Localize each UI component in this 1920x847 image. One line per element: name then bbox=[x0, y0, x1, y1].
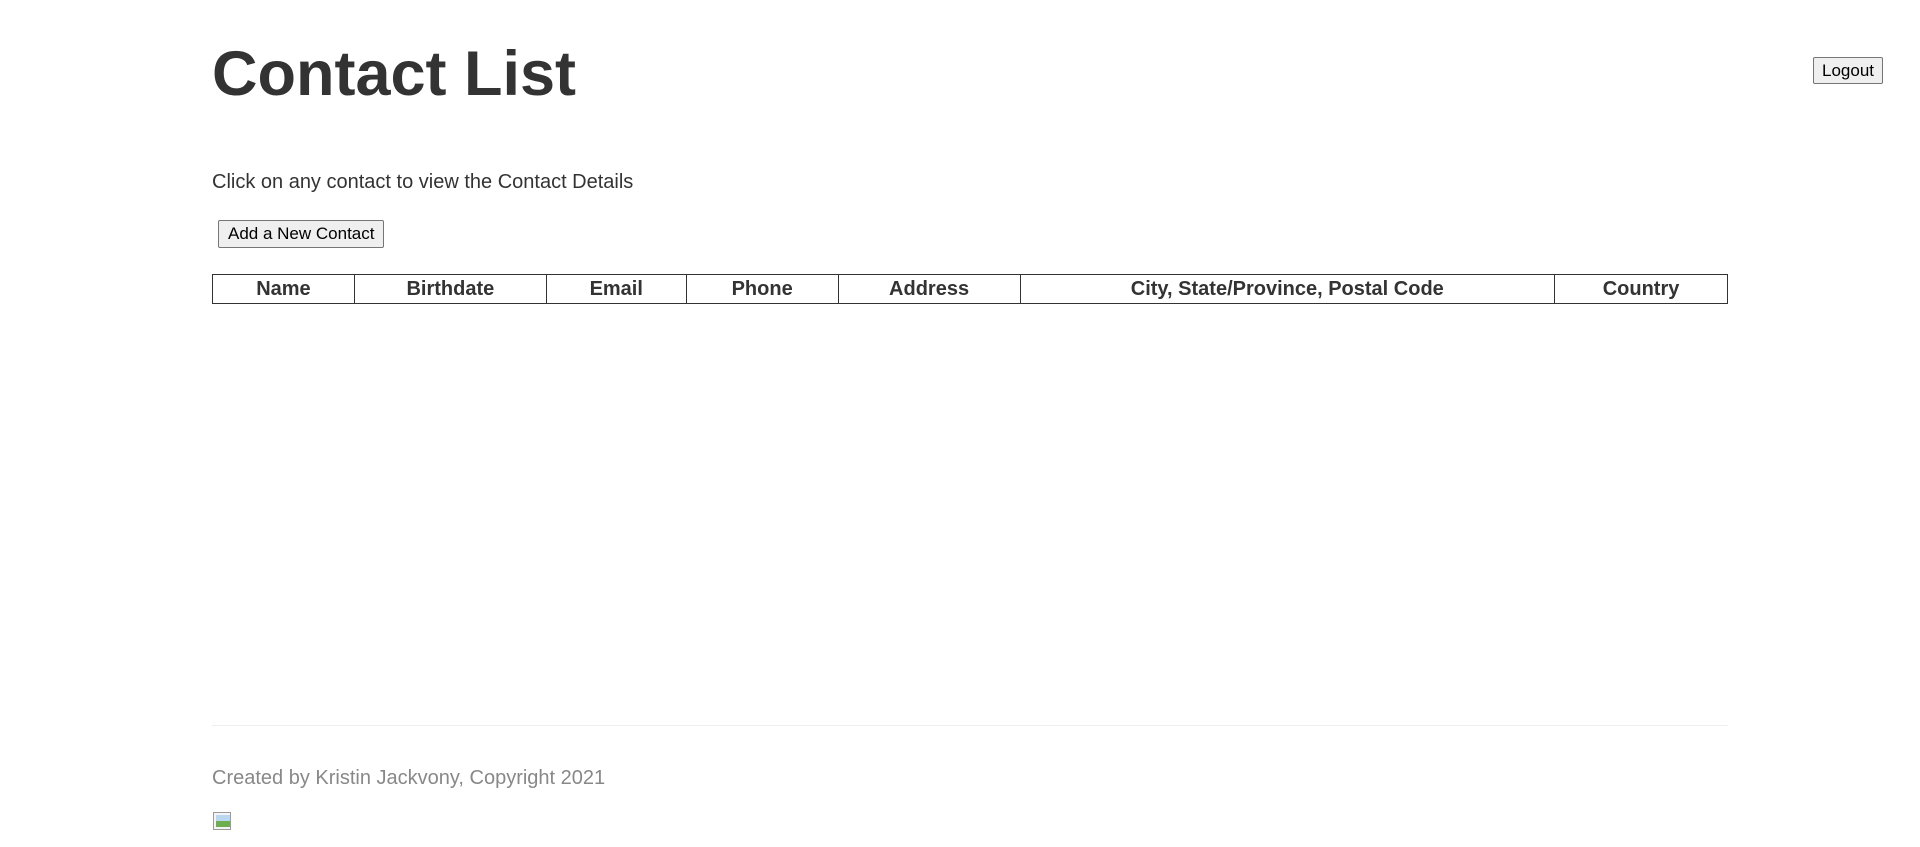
column-header-birthdate: Birthdate bbox=[353, 274, 547, 304]
image-frame bbox=[213, 812, 231, 830]
column-header-city-state-postal: City, State/Province, Postal Code bbox=[1019, 274, 1556, 304]
column-header-country: Country bbox=[1554, 274, 1728, 304]
column-header-name: Name bbox=[212, 274, 355, 304]
broken-image-icon bbox=[212, 811, 232, 831]
image-hill bbox=[216, 821, 230, 827]
intro-text: Click on any contact to view the Contact… bbox=[212, 171, 634, 193]
column-header-phone: Phone bbox=[685, 274, 839, 304]
column-header-email: Email bbox=[545, 274, 687, 304]
footer-text: Created by Kristin Jackvony, Copyright 2… bbox=[212, 767, 606, 789]
page-title: Contact List bbox=[212, 39, 577, 109]
table-header-row: Name Birthdate Email Phone Address City,… bbox=[212, 274, 1728, 304]
page: Contact List Logout Click on any contact… bbox=[0, 0, 1920, 847]
column-header-address: Address bbox=[837, 274, 1021, 304]
add-contact-button[interactable]: Add a New Contact bbox=[218, 220, 385, 248]
footer-divider bbox=[212, 725, 1728, 726]
header: Contact List bbox=[212, 36, 576, 112]
logout-button[interactable]: Logout bbox=[1813, 57, 1883, 84]
contacts-table: Name Birthdate Email Phone Address City,… bbox=[212, 274, 1728, 304]
